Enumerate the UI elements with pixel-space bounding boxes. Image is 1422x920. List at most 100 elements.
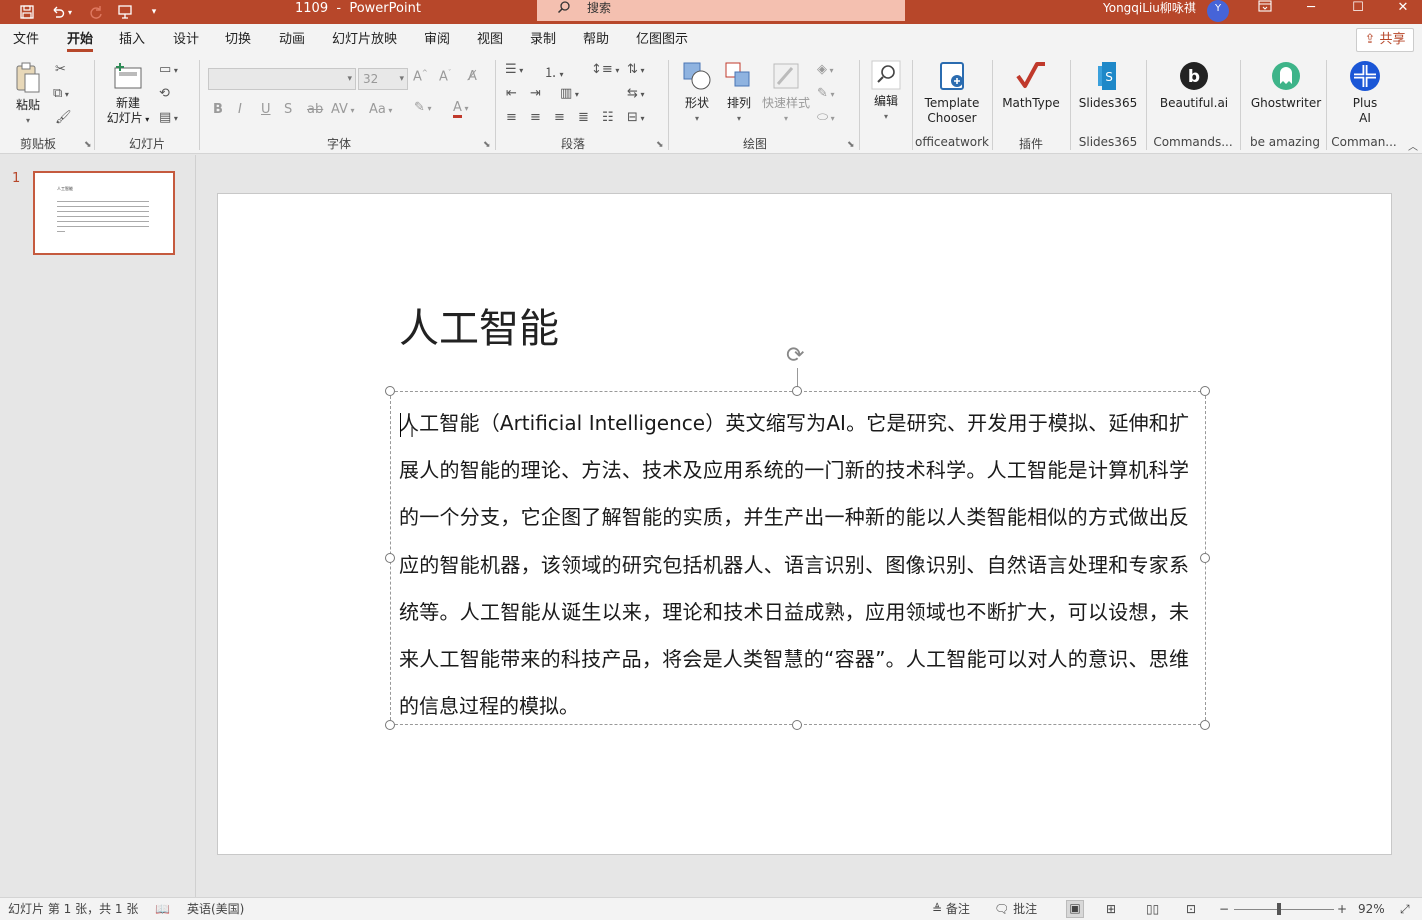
copy-icon[interactable]: ⧉ ▾ bbox=[53, 86, 69, 101]
tab-slideshow[interactable]: 幻灯片放映 bbox=[332, 24, 397, 56]
arrange-button[interactable]: 排列 ▾ bbox=[720, 60, 758, 126]
zoom-slider-thumb[interactable] bbox=[1277, 903, 1281, 915]
resize-handle-bottom-left[interactable] bbox=[385, 720, 395, 730]
increase-indent-icon[interactable]: ⇥ bbox=[530, 86, 541, 101]
shape-fill-icon[interactable]: ◈ ▾ bbox=[817, 62, 834, 77]
font-color-icon[interactable]: A ▾ bbox=[453, 100, 468, 118]
numbering-icon[interactable]: ⒈ ▾ bbox=[544, 62, 564, 81]
align-left-icon[interactable]: ≡ bbox=[506, 110, 517, 125]
redo-icon[interactable] bbox=[84, 0, 108, 24]
change-case-icon[interactable]: Aa ▾ bbox=[369, 102, 392, 117]
mathtype-button[interactable]: MathType bbox=[1000, 60, 1062, 111]
zoom-level[interactable]: 92% bbox=[1358, 898, 1385, 920]
tab-home[interactable]: 开始 bbox=[67, 24, 94, 56]
spell-check-icon[interactable]: 📖 bbox=[155, 898, 170, 920]
save-icon[interactable] bbox=[15, 0, 39, 24]
drawing-launcher-icon[interactable]: ⬊ bbox=[847, 140, 855, 150]
tab-help[interactable]: 帮助 bbox=[583, 24, 609, 56]
share-button[interactable]: ⇪ 共享 bbox=[1356, 28, 1414, 52]
undo-dropdown-icon[interactable]: ▾ bbox=[63, 0, 77, 24]
zoom-in-button[interactable]: + bbox=[1337, 898, 1347, 920]
tab-view[interactable]: 视图 bbox=[477, 24, 503, 56]
tab-transitions[interactable]: 切换 bbox=[225, 24, 251, 56]
ribbon-display-options-icon[interactable] bbox=[1245, 0, 1285, 20]
comments-button[interactable]: 🗨 批注 bbox=[994, 898, 1037, 920]
resize-handle-top-left[interactable] bbox=[385, 386, 395, 396]
sort-icon[interactable]: ⇅ ▾ bbox=[627, 62, 644, 77]
new-slide-button[interactable]: 新建 幻灯片 ▾ bbox=[104, 60, 152, 127]
highlight-icon[interactable]: ✎ ▾ bbox=[414, 100, 431, 115]
italic-icon[interactable]: I bbox=[238, 102, 242, 117]
user-name[interactable]: YongqiLiu柳咏祺 bbox=[1103, 0, 1196, 17]
tab-edraw[interactable]: 亿图图示 bbox=[636, 24, 688, 56]
avatar[interactable]: Y bbox=[1207, 0, 1229, 22]
normal-view-icon[interactable]: ▣ bbox=[1066, 900, 1084, 918]
zoom-out-button[interactable]: − bbox=[1219, 898, 1229, 920]
plus-ai-button[interactable]: Plus AI bbox=[1340, 60, 1390, 126]
section-icon[interactable]: ▤ ▾ bbox=[159, 110, 178, 125]
layout-icon[interactable]: ▭ ▾ bbox=[159, 62, 178, 77]
notes-button[interactable]: ≜ 备注 bbox=[932, 898, 970, 920]
distributed-icon[interactable]: ☷ bbox=[602, 110, 614, 125]
tab-file[interactable]: 文件 bbox=[13, 24, 39, 56]
paragraph-launcher-icon[interactable]: ⬊ bbox=[656, 140, 664, 150]
bold-icon[interactable]: B bbox=[213, 102, 223, 117]
tab-insert[interactable]: 插入 bbox=[119, 24, 145, 56]
slide-body-text[interactable]: 人工智能（Artificial Intelligence）英文缩写为AI。它是研… bbox=[399, 400, 1189, 730]
strikethrough-icon[interactable]: ab bbox=[307, 102, 323, 117]
shapes-button[interactable]: 形状 ▾ bbox=[678, 60, 716, 126]
resize-handle-top[interactable] bbox=[792, 386, 802, 396]
cut-icon[interactable]: ✂ bbox=[55, 62, 66, 77]
text-direction-icon[interactable]: ⇆ ▾ bbox=[627, 86, 644, 101]
minimize-icon[interactable]: ─ bbox=[1291, 0, 1331, 20]
resize-handle-left[interactable] bbox=[385, 553, 395, 563]
maximize-icon[interactable]: ☐ bbox=[1338, 0, 1378, 20]
line-spacing-icon[interactable]: ↕≡ ▾ bbox=[591, 62, 619, 77]
tab-review[interactable]: 审阅 bbox=[424, 24, 450, 56]
tab-animations[interactable]: 动画 bbox=[279, 24, 305, 56]
quick-styles-button[interactable]: 快速样式 ▾ bbox=[761, 60, 811, 126]
zoom-slider[interactable] bbox=[1234, 909, 1334, 910]
align-center-icon[interactable]: ≡ bbox=[530, 110, 541, 125]
font-launcher-icon[interactable]: ⬊ bbox=[483, 140, 491, 150]
resize-handle-bottom-right[interactable] bbox=[1200, 720, 1210, 730]
format-painter-icon[interactable]: 🖌 bbox=[55, 110, 72, 125]
justify-icon[interactable]: ≣ bbox=[578, 110, 589, 125]
close-icon[interactable]: ✕ bbox=[1383, 0, 1422, 20]
collapse-ribbon-icon[interactable]: ︿ bbox=[1408, 138, 1418, 153]
clipboard-launcher-icon[interactable]: ⬊ bbox=[84, 140, 92, 150]
edit-button[interactable]: 编辑 ▾ bbox=[868, 60, 904, 124]
font-name-combo[interactable]: ▾ bbox=[208, 68, 356, 90]
shadow-icon[interactable]: S bbox=[284, 102, 292, 117]
reading-view-icon[interactable]: ▯▯ bbox=[1146, 898, 1159, 920]
underline-icon[interactable]: U bbox=[261, 102, 271, 117]
bullets-icon[interactable]: ☰ ▾ bbox=[505, 62, 523, 77]
ghostwriter-button[interactable]: Ghostwriter bbox=[1248, 60, 1324, 111]
fit-to-window-icon[interactable]: ⤢ bbox=[1400, 898, 1410, 920]
clear-formatting-icon[interactable]: A̸ bbox=[468, 69, 477, 84]
resize-handle-top-right[interactable] bbox=[1200, 386, 1210, 396]
slide-sorter-icon[interactable]: ⊞ bbox=[1106, 898, 1116, 920]
decrease-font-icon[interactable]: Aˇ bbox=[439, 69, 451, 84]
shape-effects-icon[interactable]: ⬭ ▾ bbox=[817, 110, 835, 125]
slideshow-icon[interactable]: ⊡ bbox=[1186, 898, 1196, 920]
character-spacing-icon[interactable]: AV ▾ bbox=[331, 102, 355, 117]
increase-font-icon[interactable]: A^ bbox=[413, 69, 428, 84]
paste-button[interactable]: 粘贴 ▾ bbox=[10, 60, 46, 128]
align-right-icon[interactable]: ≡ bbox=[554, 110, 565, 125]
template-chooser-button[interactable]: Template Chooser bbox=[920, 60, 984, 126]
shape-outline-icon[interactable]: ✎ ▾ bbox=[817, 86, 834, 101]
align-text-icon[interactable]: ⊟ ▾ bbox=[627, 110, 644, 125]
slide-thumbnail[interactable]: 人工智能 bbox=[33, 171, 175, 255]
columns-icon[interactable]: ▥ ▾ bbox=[560, 86, 579, 101]
rotate-handle-icon[interactable]: ⟳ bbox=[786, 345, 804, 367]
slide-title[interactable]: 人工智能 bbox=[399, 296, 559, 354]
font-size-combo[interactable]: 32 ▾ bbox=[358, 68, 408, 90]
customize-quick-access-icon[interactable]: ▾ bbox=[142, 0, 166, 24]
resize-handle-right[interactable] bbox=[1200, 553, 1210, 563]
language-indicator[interactable]: 英语(美国) bbox=[187, 898, 244, 920]
search-input[interactable]: 搜索 bbox=[537, 0, 905, 21]
beautiful-ai-button[interactable]: b Beautiful.ai bbox=[1156, 60, 1232, 111]
tab-design[interactable]: 设计 bbox=[173, 24, 199, 56]
reset-icon[interactable]: ⟲ bbox=[159, 86, 170, 101]
